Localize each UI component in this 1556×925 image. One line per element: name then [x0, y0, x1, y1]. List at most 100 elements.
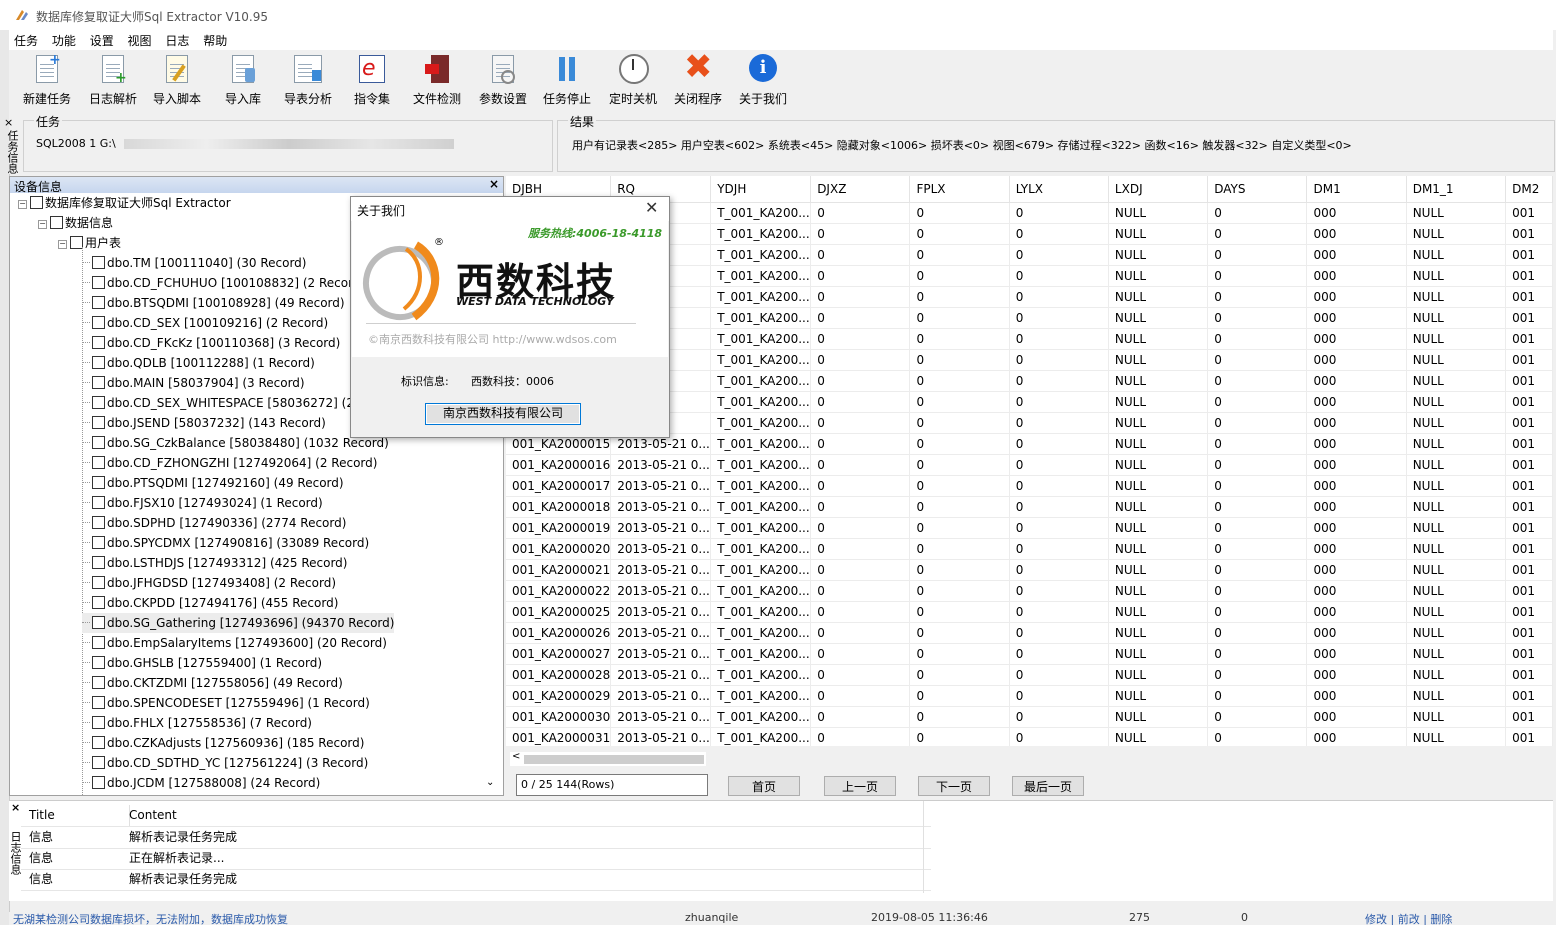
- menu-view[interactable]: 视图: [123, 30, 157, 51]
- collapse-icon[interactable]: −: [18, 200, 27, 209]
- tree-node-user-tables[interactable]: − 用户表: [58, 233, 121, 253]
- tree-table-item[interactable]: dbo.CD_FCHUHUO [100108832] (2 Record): [82, 273, 365, 293]
- checkbox[interactable]: [92, 316, 105, 329]
- menu-help[interactable]: 帮助: [198, 30, 232, 51]
- checkbox[interactable]: [92, 716, 105, 729]
- tree-table-item[interactable]: dbo.EmpSalaryItems [127493600] (20 Recor…: [82, 633, 387, 653]
- tree-table-item[interactable]: dbo.PTSQDMI [127492160] (49 Record): [82, 473, 344, 493]
- checkbox[interactable]: [30, 196, 43, 209]
- tree-table-item[interactable]: dbo.SG_Gathering [127493696] (94370 Reco…: [82, 613, 395, 633]
- tree-table-item[interactable]: dbo.GHSLB [127559400] (1 Record): [82, 653, 322, 673]
- tree-table-item[interactable]: dbo.JCDM [127588008] (24 Record): [82, 773, 320, 793]
- checkbox[interactable]: [92, 736, 105, 749]
- column-header[interactable]: LXDJ: [1108, 176, 1209, 203]
- log-row[interactable]: 信息 解析表记录任务完成: [21, 827, 931, 849]
- checkbox[interactable]: [50, 216, 63, 229]
- tree-table-item[interactable]: dbo.CD_SDTHD_YC [127561224] (3 Record): [82, 753, 368, 773]
- table-row[interactable]: 001_KA2000022 2013-05-21 0... T_001_KA200.…: [506, 580, 1553, 602]
- table-row[interactable]: 001_KA2000027 2013-05-21 0... T_001_KA200.…: [506, 643, 1553, 665]
- tree-table-item[interactable]: dbo.FJSX10 [127493024] (1 Record): [82, 493, 323, 513]
- checkbox[interactable]: [92, 356, 105, 369]
- column-header[interactable]: DAYS: [1207, 176, 1308, 203]
- checkbox[interactable]: [92, 636, 105, 649]
- table-row[interactable]: 001_KA2000016 2013-05-21 0... T_001_KA200.…: [506, 454, 1553, 476]
- tree-table-item[interactable]: dbo.BTSQDMI [100108928] (49 Record): [82, 293, 345, 313]
- column-header[interactable]: DM2: [1505, 176, 1553, 203]
- column-header[interactable]: DM1: [1306, 176, 1407, 203]
- company-button[interactable]: 南京西数科技有限公司: [425, 403, 581, 425]
- table-row[interactable]: 001_KA2000018 2013-05-21 0... T_001_KA200.…: [506, 496, 1553, 518]
- checkbox[interactable]: [92, 616, 105, 629]
- checkbox[interactable]: [92, 396, 105, 409]
- column-header[interactable]: FPLX: [909, 176, 1010, 203]
- tree-table-item[interactable]: dbo.CD_FKcKz [100110368] (3 Record): [82, 333, 340, 353]
- column-header[interactable]: LYLX: [1009, 176, 1109, 203]
- checkbox[interactable]: [92, 276, 105, 289]
- log-row[interactable]: 信息 正在解析表记录...: [21, 848, 931, 870]
- close-program-button[interactable]: ✖ 关闭程序: [671, 50, 725, 108]
- tree-table-item[interactable]: dbo.SPYCDMX [127490816] (33089 Record): [82, 533, 369, 553]
- tree-node-db[interactable]: − 数据信息: [38, 213, 113, 233]
- prev-page-button[interactable]: 上一页: [824, 776, 896, 796]
- page-info-field[interactable]: 0 / 25 144(Rows): [516, 774, 708, 796]
- table-row[interactable]: 001_KA2000017 2013-05-21 0... T_001_KA200.…: [506, 475, 1553, 497]
- task-stop-button[interactable]: 任务停止: [541, 54, 593, 108]
- checkbox[interactable]: [92, 476, 105, 489]
- tree-table-item[interactable]: dbo.CD_SEX [100109216] (2 Record): [82, 313, 328, 333]
- checkbox[interactable]: [92, 436, 105, 449]
- first-page-button[interactable]: 首页: [728, 776, 800, 796]
- dialog-close-icon[interactable]: ✕: [645, 198, 658, 217]
- table-row[interactable]: 001_KA2000019 2013-05-21 0... T_001_KA200.…: [506, 517, 1553, 539]
- tree-table-item[interactable]: dbo.SG_CzkBalance [58038480] (1032 Recor…: [82, 433, 389, 453]
- menu-function[interactable]: 功能: [47, 30, 81, 51]
- import-script-button[interactable]: 导入脚本: [151, 54, 203, 108]
- h-scrollbar[interactable]: <: [510, 751, 706, 766]
- log-close-icon[interactable]: ×: [11, 801, 20, 814]
- checkbox[interactable]: [92, 676, 105, 689]
- table-row[interactable]: 001_KA2000020 2013-05-21 0... T_001_KA200.…: [506, 538, 1553, 560]
- tree-table-item[interactable]: dbo.LSTHDJS [127493312] (425 Record): [82, 553, 347, 573]
- about-us-button[interactable]: i 关于我们: [737, 54, 789, 108]
- checkbox[interactable]: [92, 556, 105, 569]
- tree-table-item[interactable]: dbo.QDLB [100112288] (1 Record): [82, 353, 315, 373]
- import-db-button[interactable]: 导入库: [217, 54, 269, 108]
- tree-table-item[interactable]: dbo.SDPHD [127490336] (2774 Record): [82, 513, 346, 533]
- tree-table-item[interactable]: dbo.JFHGDSD [127493408] (2 Record): [82, 573, 336, 593]
- tree-table-item[interactable]: dbo.SPENCODESET [127559496] (1 Record): [82, 693, 370, 713]
- checkbox[interactable]: [92, 536, 105, 549]
- task-panel-close[interactable]: ×: [4, 116, 13, 129]
- task-info-tab[interactable]: 任务信息: [6, 130, 19, 174]
- column-header[interactable]: YDJH: [710, 176, 812, 203]
- new-task-button[interactable]: + 新建任务: [21, 52, 73, 108]
- checkbox[interactable]: [92, 776, 105, 789]
- checkbox[interactable]: [92, 516, 105, 529]
- tree-root[interactable]: − 数据库修复取证大师Sql Extractor: [18, 193, 231, 213]
- command-set-button[interactable]: e 指令集: [351, 54, 393, 108]
- table-analysis-button[interactable]: 导表分析: [281, 54, 335, 108]
- checkbox[interactable]: [92, 456, 105, 469]
- status-actions[interactable]: 修改 | 前改 | 删除: [1365, 912, 1452, 925]
- next-page-button[interactable]: 下一页: [918, 776, 990, 796]
- checkbox[interactable]: [92, 656, 105, 669]
- checkbox[interactable]: [92, 496, 105, 509]
- column-header[interactable]: DJXZ: [810, 176, 911, 203]
- log-parse-button[interactable]: + 日志解析: [87, 54, 139, 108]
- table-row[interactable]: 001_KA2000030 2013-05-21 0... T_001_KA200.…: [506, 706, 1553, 728]
- tree-table-item[interactable]: dbo.CD_SEX_WHITESPACE [58036272] (2 R: [82, 393, 366, 413]
- checkbox[interactable]: [92, 256, 105, 269]
- checkbox[interactable]: [92, 376, 105, 389]
- tree-table-item[interactable]: dbo.TM [100111040] (30 Record): [82, 253, 306, 273]
- timed-shutdown-button[interactable]: 定时关机: [607, 54, 659, 108]
- checkbox[interactable]: [92, 756, 105, 769]
- log-row[interactable]: 信息 解析表记录任务完成: [21, 869, 931, 891]
- last-page-button[interactable]: 最后一页: [1012, 776, 1084, 796]
- checkbox[interactable]: [92, 336, 105, 349]
- tree-close-icon[interactable]: ×: [489, 177, 499, 191]
- menu-settings[interactable]: 设置: [85, 30, 119, 51]
- tree-table-item[interactable]: dbo.FHLX [127558536] (7 Record): [82, 713, 312, 733]
- table-row[interactable]: 001_KA2000025 2013-05-21 0... T_001_KA200.…: [506, 601, 1553, 623]
- tree-table-item[interactable]: dbo.CD_FZHONGZHI [127492064] (2 Record): [82, 453, 377, 473]
- checkbox[interactable]: [92, 696, 105, 709]
- scroll-down-icon[interactable]: ⌄: [486, 777, 494, 788]
- checkbox[interactable]: [92, 296, 105, 309]
